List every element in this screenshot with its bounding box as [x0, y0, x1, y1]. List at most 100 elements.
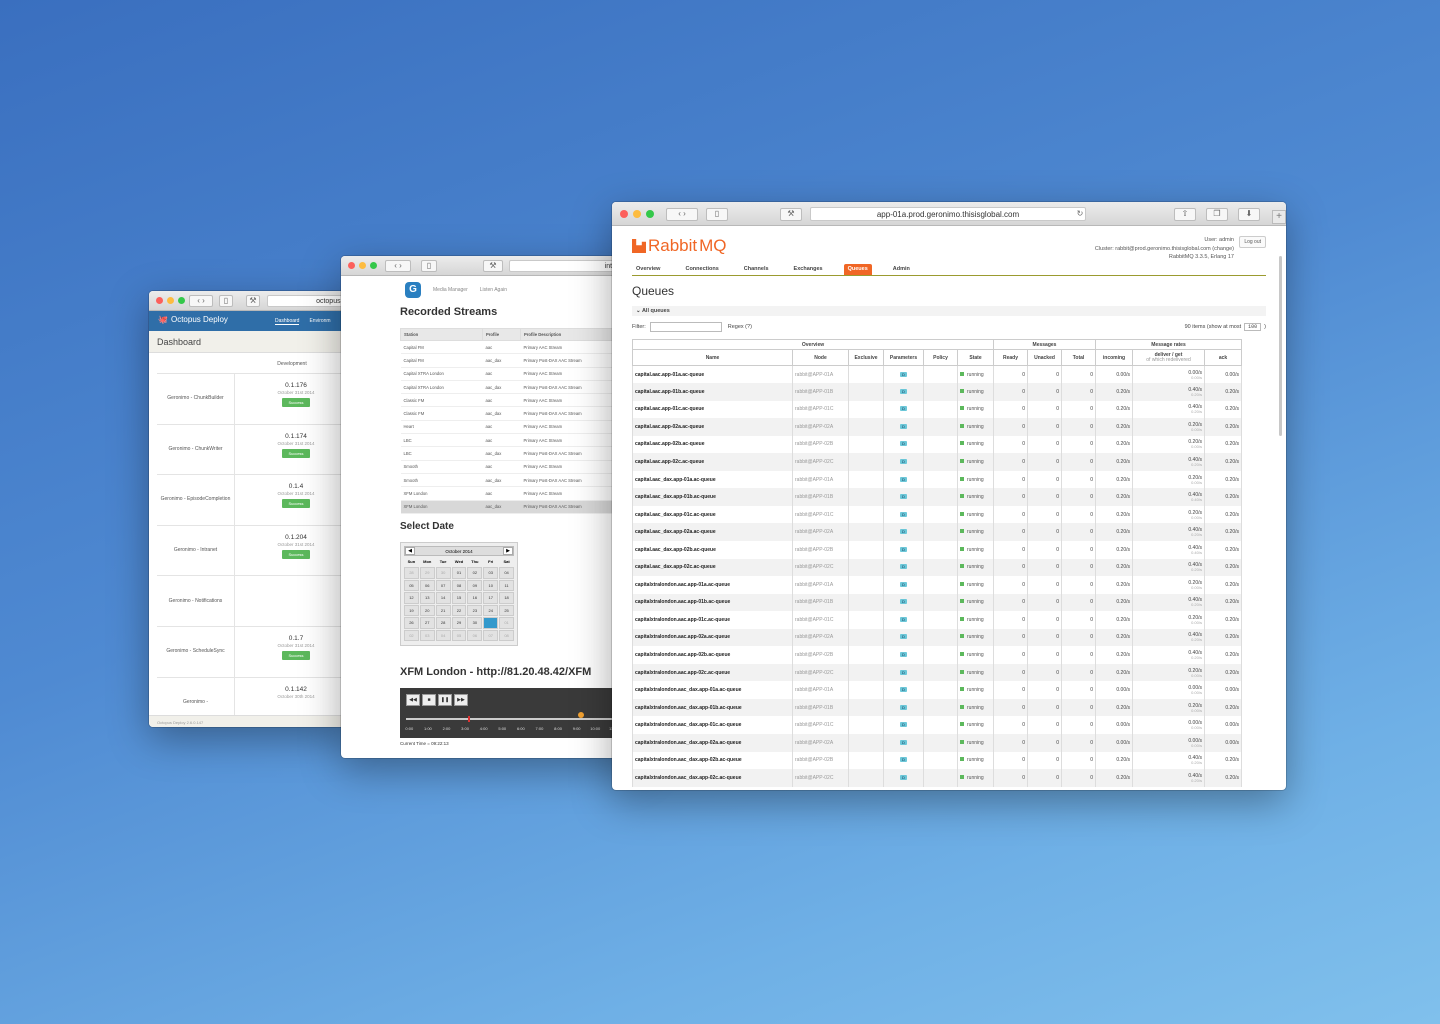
calendar-day[interactable]: 20	[419, 604, 435, 616]
project-name[interactable]: Geronimo - Intranet	[157, 525, 235, 576]
release-cell[interactable]	[235, 576, 349, 626]
address-bar[interactable]: app-01a.prod.geronimo.thisisglobal.com	[810, 207, 1086, 221]
release-cell[interactable]: 0.1.4 October 31st 2014 Success	[235, 475, 349, 525]
calendar-day[interactable]: 09	[467, 579, 483, 591]
cluster-line[interactable]: Cluster: rabbit@prod.geronimo.thisisglob…	[1095, 245, 1234, 254]
queue-name[interactable]: capitalxtralondon.aac.app-02c.ac-queue	[632, 663, 793, 682]
calendar-day[interactable]: 01	[499, 617, 514, 629]
calendar-day[interactable]: 15	[451, 592, 467, 604]
share-icon[interactable]: ⇧	[1174, 208, 1196, 221]
release-cell[interactable]: 0.1.7 October 31st 2014 Success	[235, 627, 349, 677]
calendar-day[interactable]: 01	[451, 567, 467, 579]
queue-row[interactable]: capitalxtralondon.aac_dax.app-01b.ac-que…	[632, 698, 1242, 717]
queue-name[interactable]: capital.aac.app-01c.ac-queue	[632, 400, 793, 419]
queue-row[interactable]: capital.aac.app-01b.ac-queue rabbit@APP-0…	[632, 383, 1242, 401]
tab-overview[interactable]: Overview	[632, 264, 664, 275]
filter-input[interactable]	[649, 322, 722, 332]
release-cell[interactable]: 0.1.174 October 31st 2014 Success	[235, 425, 349, 475]
calendar-day[interactable]: 02	[467, 567, 483, 579]
intranet-logo-icon[interactable]: G	[405, 282, 421, 298]
calendar-day[interactable]: 10	[483, 579, 499, 591]
date-picker[interactable]: ◀ October 2014 ▶ Sun Mon Tue Wed Thu Fri Sat 28…	[400, 542, 518, 646]
tab-dashboard[interactable]: Dashboard	[275, 318, 300, 325]
calendar-day[interactable]: 17	[483, 592, 499, 604]
nav-media-manager[interactable]: Media Manager	[433, 287, 468, 293]
calendar-day[interactable]: 18	[499, 592, 514, 604]
calendar-day[interactable]: 21	[435, 604, 451, 616]
queue-row[interactable]: capitalxtralondon.aac_dax.app-02a.ac-que…	[632, 733, 1242, 752]
calendar-day[interactable]: 11	[499, 579, 514, 591]
col-policy[interactable]: Policy	[923, 349, 958, 366]
rewind-icon[interactable]: ◀◀	[406, 694, 420, 706]
queue-row[interactable]: capitalxtralondon.aac.app-02c.ac-queue ra…	[632, 663, 1242, 682]
queue-name[interactable]: capitalxtralondon.aac.app-01b.ac-queue	[632, 593, 793, 612]
calendar-day[interactable]: 05	[451, 629, 467, 641]
col-total[interactable]: Total	[1061, 349, 1096, 366]
table-row[interactable]: Smooth aac_dax Primary Post-DAX AAC Stream	[400, 473, 641, 488]
queue-name[interactable]: capitalxtralondon.aac_dax.app-02b.ac-que…	[632, 751, 793, 770]
calendar-day[interactable]: 03	[483, 567, 499, 579]
col-incoming[interactable]: incoming	[1095, 349, 1133, 366]
queue-name[interactable]: capitalxtralondon.aac.app-01a.ac-queue	[632, 576, 793, 594]
queue-row[interactable]: capitalxtralondon.aac_dax.app-01a.ac-que…	[632, 681, 1242, 699]
calendar-day[interactable]: 12	[404, 592, 419, 604]
project-name[interactable]: Geronimo - ChunkWriter	[157, 424, 235, 475]
col-ack[interactable]: ack	[1204, 349, 1242, 366]
calendar-day[interactable]: 08	[499, 629, 514, 641]
calendar-day[interactable]: 19	[404, 604, 419, 616]
next-month-button[interactable]: ▶	[503, 547, 513, 555]
sidebar-icon[interactable]: ▯	[421, 260, 437, 272]
calendar-day[interactable]: 30	[435, 567, 451, 579]
queue-row[interactable]: capitalxtralondon.aac_dax.app-02b.ac-que…	[632, 751, 1242, 770]
table-row[interactable]: LBC aac Primary AAC Stream	[400, 433, 641, 448]
table-row[interactable]: Capital FM aac Primary AAC Stream	[400, 340, 641, 355]
tabs-icon[interactable]: ❐	[1206, 208, 1228, 221]
project-name[interactable]: Geronimo - ScheduleSync	[157, 626, 235, 677]
queue-name[interactable]: capital.aac.app-02c.ac-queue	[632, 453, 793, 471]
queue-name[interactable]: capital.aac_dax.app-02c.ac-queue	[632, 558, 793, 577]
tab-queues[interactable]: Queues	[843, 264, 872, 275]
reload-icon[interactable]: ↻	[1075, 209, 1085, 219]
queue-row[interactable]: capital.aac_dax.app-02c.ac-queue rabbit@A…	[632, 558, 1242, 577]
table-row[interactable]: LBC aac_dax Primary Post-DAX AAC Stream	[400, 446, 641, 461]
project-name[interactable]: Geronimo - Notifications	[157, 576, 235, 626]
calendar-day[interactable]: 06	[419, 579, 435, 591]
queue-row[interactable]: capital.aac_dax.app-02a.ac-queue rabbit@A…	[632, 523, 1242, 541]
calendar-day[interactable]: 31	[483, 617, 499, 629]
queue-row[interactable]: capital.aac.app-01c.ac-queue rabbit@APP-0…	[632, 400, 1242, 419]
rabbitmq-logo[interactable]: Rabbit MQ	[632, 236, 727, 256]
calendar-day[interactable]: 28	[435, 617, 451, 629]
forward-icon[interactable]: ▶▶	[454, 694, 468, 706]
calendar-day[interactable]: 08	[451, 579, 467, 591]
zoom-icon[interactable]	[178, 297, 185, 304]
queue-name[interactable]: capital.aac.app-01a.ac-queue	[632, 365, 793, 384]
release-cell[interactable]: 0.1.204 October 31st 2014 Success	[235, 526, 349, 576]
table-row[interactable]: Capital FM aac_dax Primary Post-DAX AAC St…	[400, 353, 641, 368]
zoom-icon[interactable]	[646, 210, 654, 218]
table-row[interactable]: Capital XTRA London aac Primary AAC Stream	[400, 367, 641, 381]
minimize-icon[interactable]	[359, 262, 366, 269]
queue-row[interactable]: capitalxtralondon.aac.app-02b.ac-queue ra…	[632, 646, 1242, 664]
col-deliver-get[interactable]: deliver / get of which redelivered	[1132, 349, 1205, 366]
tab-connections[interactable]: Connections	[681, 264, 722, 275]
tools-icon[interactable]: ⚒	[483, 260, 503, 272]
queue-row[interactable]: capitalxtralondon.aac.app-01b.ac-queue ra…	[632, 593, 1242, 612]
queue-row[interactable]: capitalxtralondon.aac.app-01a.ac-queue ra…	[632, 576, 1242, 594]
col-unacked[interactable]: Unacked	[1027, 349, 1062, 366]
queue-row[interactable]: capital.aac.app-02c.ac-queue rabbit@APP-0…	[632, 453, 1242, 471]
calendar-day[interactable]: 07	[435, 579, 451, 591]
calendar-day[interactable]: 04	[499, 567, 514, 579]
calendar-day[interactable]: 04	[435, 629, 451, 641]
calendar-day[interactable]: 16	[467, 592, 483, 604]
col-name[interactable]: Name	[632, 349, 793, 366]
sidebar-icon[interactable]: ▯	[706, 208, 728, 221]
calendar-day[interactable]: 07	[483, 629, 499, 641]
queue-row[interactable]: capital.aac.app-02a.ac-queue rabbit@APP-0…	[632, 418, 1242, 436]
queue-name[interactable]: capitalxtralondon.aac.app-02a.ac-queue	[632, 628, 793, 647]
tab-exchanges[interactable]: Exchanges	[790, 264, 827, 275]
queue-name[interactable]: capital.aac_dax.app-01c.ac-queue	[632, 505, 793, 524]
zoom-icon[interactable]	[370, 262, 377, 269]
col-exclusive[interactable]: Exclusive	[848, 349, 884, 366]
octopus-logo[interactable]: 🐙 Octopus Deploy	[158, 315, 228, 324]
queue-name[interactable]: capitalxtralondon.aac_dax.app-02c.ac-que…	[632, 769, 793, 787]
